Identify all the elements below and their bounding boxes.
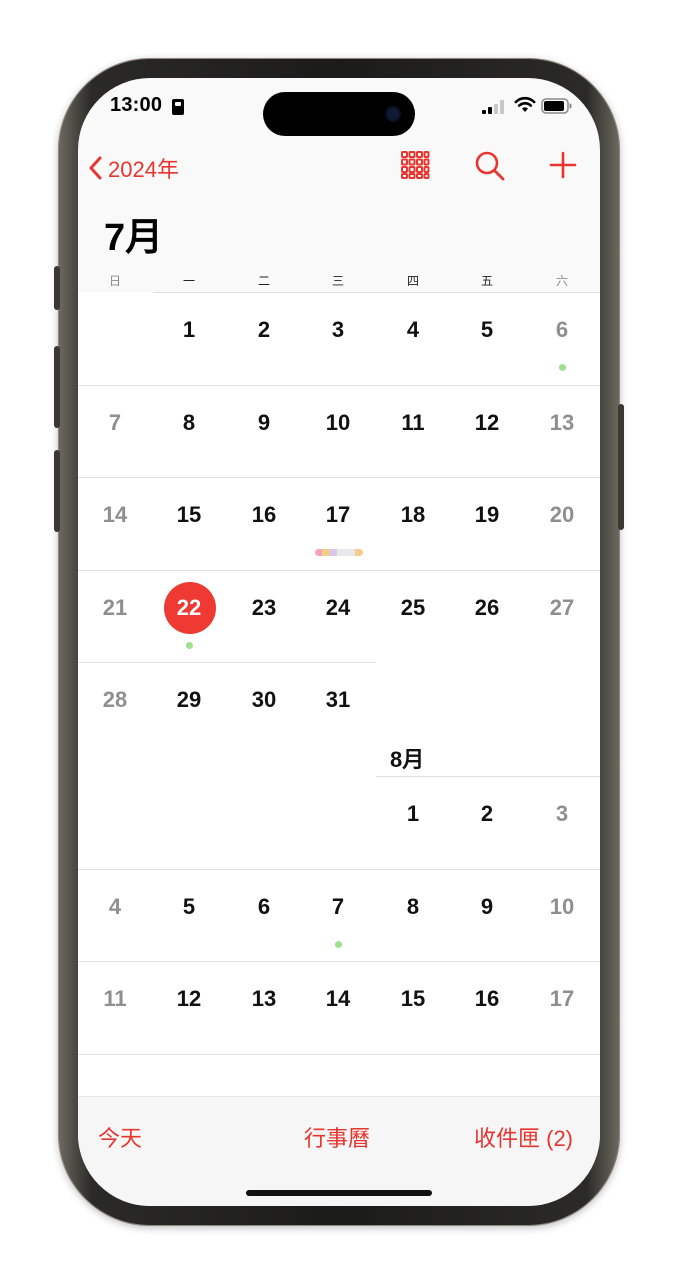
day-cell[interactable]: 13: [227, 979, 301, 1019]
week-separator: [78, 961, 600, 962]
day-cell[interactable]: 6: [525, 310, 599, 350]
day-cell[interactable]: 16: [227, 495, 301, 535]
day-cell[interactable]: 2: [227, 310, 301, 350]
event-dot: [559, 364, 566, 371]
day-cell[interactable]: 17: [525, 979, 599, 1019]
inbox-button[interactable]: 收件匣 (2): [474, 1121, 573, 1153]
day-cell[interactable]: 5: [152, 887, 226, 927]
month-title: 7月: [104, 217, 164, 259]
camera-icon: [385, 106, 401, 122]
weekday-label: 六: [555, 274, 568, 288]
week-separator: [376, 776, 600, 777]
weekday-label: 三: [331, 274, 344, 288]
day-cell[interactable]: 27: [525, 588, 599, 628]
day-cell[interactable]: 5: [450, 310, 524, 350]
action-button: [54, 266, 60, 310]
day-cell[interactable]: 4: [78, 887, 152, 927]
week-separator: [78, 1053, 600, 1055]
day-cell[interactable]: 14: [301, 979, 375, 1019]
weekday-label: 一: [182, 274, 195, 288]
day-cell[interactable]: 19: [450, 495, 524, 535]
day-cell[interactable]: 10: [525, 887, 599, 927]
calendars-button[interactable]: 行事曆: [304, 1121, 370, 1153]
day-cell[interactable]: 12: [152, 979, 226, 1019]
day-cell[interactable]: 3: [525, 794, 599, 834]
volume-up-button: [54, 346, 60, 428]
week-separator: [78, 868, 600, 870]
day-cell[interactable]: 17: [301, 495, 375, 535]
week-separator: [153, 292, 600, 293]
day-cell[interactable]: 16: [450, 979, 524, 1019]
week-separator: [78, 662, 376, 663]
day-cell[interactable]: 8: [152, 403, 226, 443]
event-dot: [335, 940, 342, 948]
day-cell[interactable]: 3: [301, 310, 375, 350]
day-cell[interactable]: 4: [376, 310, 450, 350]
day-cell[interactable]: 21: [78, 588, 152, 628]
home-indicator: [246, 1190, 432, 1196]
weekday-label: 四: [406, 274, 419, 288]
day-cell[interactable]: 8: [376, 887, 450, 927]
navigation-bar: 2024年: [78, 146, 600, 190]
day-cell[interactable]: 1: [376, 794, 450, 834]
day-cell[interactable]: 2: [450, 794, 524, 834]
week-separator: [78, 569, 600, 571]
weekday-label: 五: [480, 274, 493, 288]
weekday-header: 日一二三四五六: [78, 270, 600, 293]
day-cell[interactable]: 31: [301, 680, 375, 720]
day-cell[interactable]: 18: [376, 495, 450, 535]
day-cell-today[interactable]: 22: [152, 588, 226, 628]
day-cell[interactable]: 7: [301, 887, 375, 927]
battery-icon: [541, 98, 572, 114]
event-indicators: [314, 549, 363, 556]
day-cell[interactable]: 29: [152, 680, 226, 720]
volume-down-button: [54, 450, 60, 532]
grid-view-icon[interactable]: [400, 150, 430, 180]
calendar-grid: 1 2 3 4 5 6 7 8 9 10 11 12 13 14 15 16 17 18 19 20 21 22 23 24 2…: [78, 292, 600, 1098]
back-to-year-button[interactable]: 2024年: [88, 152, 179, 184]
today-button[interactable]: 今天: [98, 1121, 142, 1153]
cellular-signal-icon: [482, 100, 504, 114]
day-cell[interactable]: 7: [78, 403, 152, 443]
day-cell[interactable]: 24: [301, 588, 375, 628]
day-cell[interactable]: 1: [152, 310, 226, 350]
chevron-left-icon: [89, 156, 102, 180]
screen: 13:00 2024年 7月 日 一 二 三 四 五 六 1 2 3 4 5 6…: [78, 78, 600, 1206]
wifi-icon: [514, 96, 536, 112]
search-icon[interactable]: [474, 150, 506, 182]
week-separator: [78, 384, 600, 386]
day-cell[interactable]: 10: [301, 403, 375, 443]
event-dot: [186, 641, 193, 649]
day-cell[interactable]: 11: [376, 403, 450, 443]
day-cell[interactable]: 23: [227, 588, 301, 628]
month-label-august: 8月: [390, 747, 425, 772]
day-cell[interactable]: 15: [152, 495, 226, 535]
day-cell[interactable]: 6: [227, 887, 301, 927]
day-cell[interactable]: 15: [376, 979, 450, 1019]
weekday-label: 日: [108, 274, 121, 288]
day-cell[interactable]: 25: [376, 588, 450, 628]
day-cell[interactable]: 30: [227, 680, 301, 720]
dynamic-island: [263, 92, 415, 136]
status-time: 13:00: [110, 94, 163, 116]
day-cell[interactable]: 28: [78, 680, 152, 720]
day-cell[interactable]: 26: [450, 588, 524, 628]
week-separator: [78, 477, 600, 478]
day-cell[interactable]: 20: [525, 495, 599, 535]
day-cell[interactable]: 13: [525, 403, 599, 443]
day-cell[interactable]: 12: [450, 403, 524, 443]
power-button: [618, 404, 624, 530]
add-event-icon[interactable]: [548, 150, 578, 180]
back-label: 2024年: [108, 157, 179, 182]
id-card-icon: [172, 99, 184, 115]
day-cell[interactable]: 9: [450, 887, 524, 927]
weekday-label: 二: [257, 274, 270, 288]
day-cell[interactable]: 9: [227, 403, 301, 443]
day-cell[interactable]: 14: [78, 495, 152, 535]
day-cell[interactable]: 11: [78, 979, 152, 1019]
